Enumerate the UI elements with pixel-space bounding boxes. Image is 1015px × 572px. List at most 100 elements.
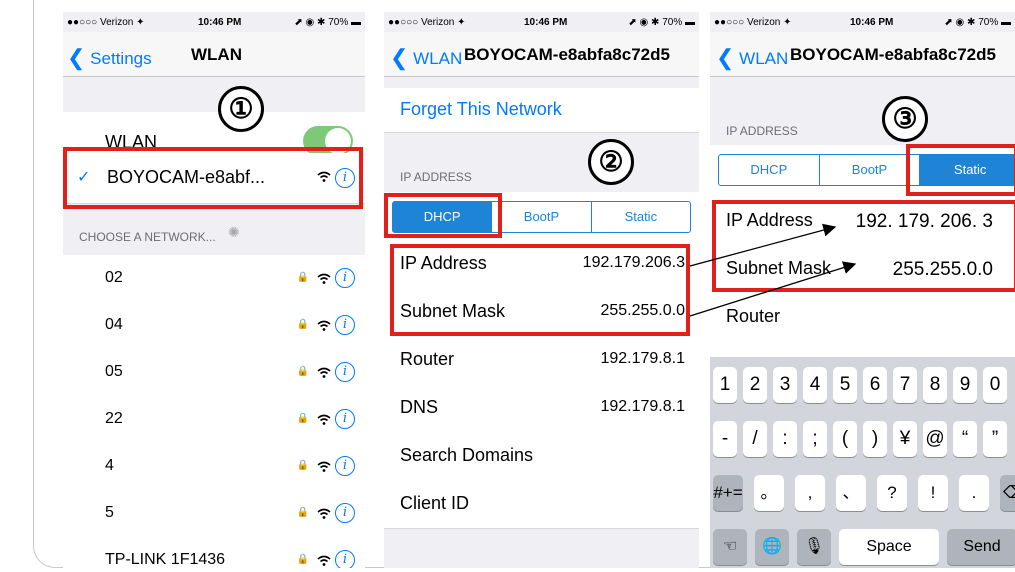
ip-address-header: IP ADDRESS xyxy=(726,124,798,138)
key-8[interactable]: “ xyxy=(953,421,977,457)
key-9[interactable]: 9 xyxy=(953,367,977,403)
numeric-keyboard: 1234567890 - /:;() ¥ @ “” #+= 。, 、?!. ⌫ ☜ 🌐 🎙 Spac… xyxy=(710,357,1015,568)
key-space[interactable]: Space xyxy=(839,529,939,565)
page-title: BOYOCAM-e8abfa8c72d5 xyxy=(464,45,670,64)
network-name: 05 xyxy=(105,363,123,380)
page-title: WLAN xyxy=(191,45,242,64)
key-1[interactable]: / xyxy=(743,421,767,457)
row-label: Router xyxy=(400,349,455,369)
forget-network-button[interactable]: Forget This Network xyxy=(400,99,562,120)
key-globe[interactable]: 🌐 xyxy=(755,529,789,565)
key-2[interactable]: 2 xyxy=(743,367,767,403)
network-list-item[interactable]: 05 🔒 i xyxy=(63,349,365,397)
key-4[interactable]: ( xyxy=(833,421,857,457)
key-more-symbols[interactable]: #+= xyxy=(713,475,743,511)
key-comma[interactable]: , xyxy=(795,475,825,511)
key-4[interactable]: 4 xyxy=(803,367,827,403)
key-dictation[interactable]: 🎙 xyxy=(797,529,831,565)
key-0[interactable]: 0 xyxy=(983,367,1007,403)
forget-network-row[interactable]: Forget This Network xyxy=(384,88,699,133)
key-9[interactable]: ” xyxy=(983,421,1007,457)
step-marker-3: ③ xyxy=(882,96,928,142)
back-button[interactable]: ❮ WLAN xyxy=(716,44,788,70)
key-send[interactable]: Send xyxy=(947,529,1015,565)
chevron-left-icon: ❮ xyxy=(390,45,409,70)
ip-row-dns[interactable]: DNS 192.179.8.1 xyxy=(384,384,699,433)
key-ideographic-comma[interactable]: 、 xyxy=(836,475,866,511)
network-detail-static-screen: ●●○○○ Verizon ✦ 10:46 PM ⬈ ◉ ✱ 70% ▬ ❮ W… xyxy=(710,12,1015,568)
key-6[interactable]: ¥ xyxy=(893,421,917,457)
network-list-item[interactable]: 5 🔒 i xyxy=(63,490,365,538)
choose-network-header: CHOOSE A NETWORK... xyxy=(79,230,216,244)
ip-row-client-id[interactable]: Client ID xyxy=(384,480,699,529)
info-icon[interactable]: i xyxy=(335,503,355,523)
key-backspace[interactable]: ⌫ xyxy=(1000,475,1015,511)
network-list-item[interactable]: 22 🔒 i xyxy=(63,396,365,444)
tab-dhcp[interactable]: DHCP xyxy=(719,155,820,185)
nav-bar: ❮ WLAN BOYOCAM-e8abfa8c72d5 xyxy=(384,32,699,77)
ip-row-search-domains[interactable]: Search Domains xyxy=(384,432,699,481)
key-7[interactable]: @ xyxy=(923,421,947,457)
info-icon[interactable]: i xyxy=(335,362,355,382)
key-dot[interactable]: 。 xyxy=(754,475,784,511)
info-icon[interactable]: i xyxy=(335,550,355,568)
highlight-box-static-fields xyxy=(712,200,1015,292)
network-name: 04 xyxy=(105,316,123,333)
back-button[interactable]: ❮ Settings xyxy=(67,44,152,70)
key-exclaim[interactable]: ! xyxy=(918,475,948,511)
highlight-box-dhcp xyxy=(384,193,502,238)
key-period[interactable]: . xyxy=(959,475,989,511)
info-icon[interactable]: i xyxy=(335,315,355,335)
tab-bootp[interactable]: BootP xyxy=(492,202,592,232)
loading-spinner-icon: ✺ xyxy=(228,224,240,240)
lock-icon: 🔒 xyxy=(296,366,309,377)
key-2[interactable]: : xyxy=(773,421,797,457)
key-3[interactable]: ; xyxy=(803,421,827,457)
lock-icon: 🔒 xyxy=(296,272,309,283)
key-6[interactable]: 6 xyxy=(863,367,887,403)
row-label: Client ID xyxy=(400,493,470,513)
row-label: Router xyxy=(726,306,781,326)
step-marker-1: ① xyxy=(218,86,264,132)
wifi-icon xyxy=(317,320,331,331)
info-icon[interactable]: i xyxy=(335,268,355,288)
highlight-box-static xyxy=(906,144,1015,196)
key-5[interactable]: 5 xyxy=(833,367,857,403)
network-name: 22 xyxy=(105,410,123,427)
ip-address-header: IP ADDRESS xyxy=(400,170,472,184)
status-bar: ●●○○○ Verizon ✦ 10:46 PM ⬈ ◉ ✱ 70% ▬ xyxy=(384,12,699,32)
network-name: 02 xyxy=(105,269,123,286)
info-icon[interactable]: i xyxy=(335,409,355,429)
key-7[interactable]: 7 xyxy=(893,367,917,403)
clock: 10:46 PM xyxy=(850,17,894,28)
clock: 10:46 PM xyxy=(524,17,568,28)
network-detail-dhcp-screen: ●●○○○ Verizon ✦ 10:46 PM ⬈ ◉ ✱ 70% ▬ ❮ W… xyxy=(384,12,699,568)
ip-row-router[interactable]: Router 192.179.8.1 xyxy=(384,336,699,385)
back-label: WLAN xyxy=(739,49,789,68)
ip-row-router[interactable]: Router xyxy=(710,293,1015,342)
status-bar: ●●○○○ Verizon ✦ 10:46 PM ⬈ ◉ ✱ 70% ▬ xyxy=(63,12,365,32)
network-list-item[interactable]: 4 🔒 i xyxy=(63,443,365,491)
key-1[interactable]: 1 xyxy=(713,367,737,403)
nav-bar: ❮ WLAN BOYOCAM-e8abfa8c72d5 xyxy=(710,32,1015,77)
key-3[interactable]: 3 xyxy=(773,367,797,403)
network-list-item[interactable]: 02 🔒 i xyxy=(63,255,365,303)
key-0[interactable]: - xyxy=(713,421,737,457)
back-label: WLAN xyxy=(413,49,463,68)
key-8[interactable]: 8 xyxy=(923,367,947,403)
wifi-icon xyxy=(317,461,331,472)
lock-icon: 🔒 xyxy=(296,460,309,471)
row-value[interactable]: 192.179.8.1 xyxy=(600,350,685,368)
row-value[interactable]: 192.179.8.1 xyxy=(600,398,685,416)
key-question[interactable]: ? xyxy=(877,475,907,511)
key-5[interactable]: ) xyxy=(863,421,887,457)
tab-static[interactable]: Static xyxy=(592,202,690,232)
network-name: 4 xyxy=(105,457,114,474)
info-icon[interactable]: i xyxy=(335,456,355,476)
lock-icon: 🔒 xyxy=(296,319,309,330)
network-list-item[interactable]: 04 🔒 i xyxy=(63,302,365,350)
network-list-item[interactable]: TP-LINK 1F1436 🔒 i xyxy=(63,537,365,568)
wlan-settings-screen: ●●○○○ Verizon ✦ 10:46 PM ⬈ ◉ ✱ 70% ▬ ❮ S… xyxy=(63,12,365,568)
back-button[interactable]: ❮ WLAN xyxy=(390,44,462,70)
key-emoji[interactable]: ☜ xyxy=(713,529,747,565)
